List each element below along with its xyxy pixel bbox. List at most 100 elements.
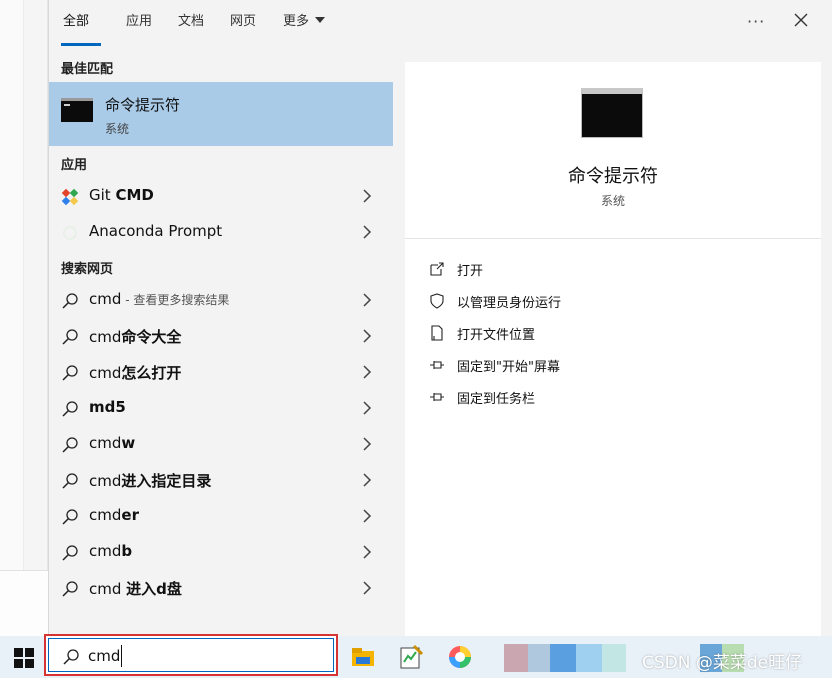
app-item-label: Anaconda Prompt xyxy=(89,222,222,240)
more-options-button[interactable]: ··· xyxy=(747,12,765,31)
chevron-right-icon[interactable] xyxy=(362,225,372,239)
web-suggestion-prefix: cmd xyxy=(89,364,122,382)
tab-all[interactable]: 全部 xyxy=(63,13,89,35)
web-suggestion-match: er xyxy=(121,506,139,524)
tab-documents[interactable]: 文档 xyxy=(178,13,204,35)
search-icon xyxy=(62,293,78,309)
best-match-subtitle: 系统 xyxy=(105,122,130,136)
blurred-taskbar-icon[interactable] xyxy=(550,644,576,672)
web-suggestion-match: 进入指定目录 xyxy=(121,472,212,490)
action-label: 打开文件位置 xyxy=(457,328,536,343)
web-suggestion-prefix: cmd xyxy=(89,506,122,524)
open-icon xyxy=(430,262,444,276)
action-run-as-admin[interactable]: 以管理员身份运行 xyxy=(429,290,789,316)
command-prompt-icon xyxy=(61,98,93,122)
chevron-right-icon[interactable] xyxy=(362,365,372,379)
web-suggestion-label: cmder xyxy=(89,506,139,524)
results-list: 最佳匹配 命令提示符 系统 应用 Git CMD Anaconda Prompt… xyxy=(49,48,405,636)
taskbar: cmd CSDN @菜菜de旺仔 xyxy=(0,634,832,678)
web-suggestion-prefix: cmd xyxy=(89,434,122,452)
chevron-right-icon[interactable] xyxy=(362,545,372,559)
section-title-best-match: 最佳匹配 xyxy=(61,62,114,77)
blurred-taskbar-icon[interactable] xyxy=(504,644,528,672)
app-item-label-match: CMD xyxy=(115,186,154,204)
web-suggestion-item[interactable]: cmdw xyxy=(49,426,393,462)
web-suggestion-label: cmd 进入d盘 xyxy=(89,578,182,599)
app-item-label-prefix: Git xyxy=(89,186,116,204)
web-suggestion-label: cmdw xyxy=(89,434,135,452)
search-flyout: 全部 应用 文档 网页 更多 ··· 最佳匹配 命令提示符 系统 应用 Git … xyxy=(48,0,832,636)
web-suggestion-match: w xyxy=(121,434,136,452)
tab-web-label: 网页 xyxy=(230,14,257,29)
blurred-taskbar-icon[interactable] xyxy=(528,644,550,672)
web-suggestion-label: cmdb xyxy=(89,542,132,560)
search-icon xyxy=(62,473,78,489)
taskbar-search-input[interactable]: cmd xyxy=(44,634,338,676)
search-icon xyxy=(62,437,78,453)
app-item-anaconda-prompt[interactable]: Anaconda Prompt xyxy=(49,214,393,250)
chevron-right-icon[interactable] xyxy=(362,329,372,343)
web-suggestion-item[interactable]: cmd 进入d盘 xyxy=(49,570,393,606)
best-match-title: 命令提示符 xyxy=(105,96,181,114)
notepad-icon[interactable] xyxy=(398,644,424,670)
filter-tabs-bar: 全部 应用 文档 网页 更多 ··· xyxy=(49,0,832,48)
app-item-git-cmd[interactable]: Git CMD xyxy=(49,178,393,214)
web-suggestion-label: md5 xyxy=(89,398,126,416)
web-suggestion-prefix: cmd xyxy=(89,290,122,308)
tab-web[interactable]: 网页 xyxy=(230,13,256,35)
chevron-down-icon xyxy=(315,17,326,23)
chevron-right-icon[interactable] xyxy=(362,437,372,451)
shield-icon xyxy=(430,293,444,309)
anaconda-icon xyxy=(63,226,77,240)
watermark-text: CSDN @菜菜de旺仔 xyxy=(642,653,803,673)
search-icon xyxy=(62,509,78,525)
web-suggestion-item[interactable]: cmd怎么打开 xyxy=(49,354,393,390)
chevron-right-icon[interactable] xyxy=(362,473,372,487)
blurred-taskbar-icon[interactable] xyxy=(576,644,602,672)
browser-icon[interactable] xyxy=(447,644,473,670)
chevron-right-icon[interactable] xyxy=(362,581,372,595)
web-suggestion-item[interactable]: cmd命令大全 xyxy=(49,318,393,354)
tab-more[interactable]: 更多 xyxy=(283,13,326,35)
preview-subtitle: 系统 xyxy=(600,194,625,208)
app-item-label-prefix: Anaconda Prompt xyxy=(89,222,223,240)
preview-pane: 命令提示符 系统 打开 以管理员身份运行 打开文件位置 固定到"开始"屏幕 固定… xyxy=(405,62,821,636)
web-suggestion-prefix: cmd xyxy=(89,472,122,490)
chevron-right-icon[interactable] xyxy=(362,401,372,415)
action-pin-to-taskbar[interactable]: 固定到任务栏 xyxy=(429,386,789,412)
tab-apps[interactable]: 应用 xyxy=(126,13,152,35)
action-open[interactable]: 打开 xyxy=(429,258,789,284)
action-open-file-location[interactable]: 打开文件位置 xyxy=(429,322,789,348)
web-suggestion-match: 命令大全 xyxy=(121,328,182,346)
web-suggestion-item[interactable]: cmder xyxy=(49,498,393,534)
chevron-right-icon[interactable] xyxy=(362,293,372,307)
search-icon xyxy=(62,329,78,345)
preview-divider xyxy=(405,238,821,239)
chevron-right-icon[interactable] xyxy=(362,509,372,523)
section-title-web: 搜索网页 xyxy=(61,262,114,277)
action-pin-to-start[interactable]: 固定到"开始"屏幕 xyxy=(429,354,789,380)
chevron-right-icon[interactable] xyxy=(362,189,372,203)
git-icon xyxy=(61,188,79,206)
close-icon[interactable] xyxy=(791,10,811,30)
file-explorer-icon[interactable] xyxy=(350,644,376,670)
tab-all-label: 全部 xyxy=(63,14,90,29)
pin-icon xyxy=(430,361,444,369)
action-label: 打开 xyxy=(457,264,484,279)
search-input-value: cmd xyxy=(88,647,121,665)
web-suggestion-item[interactable]: cmdb xyxy=(49,534,393,570)
tab-more-label: 更多 xyxy=(283,14,310,29)
web-suggestion-label: cmd怎么打开 xyxy=(89,362,181,383)
web-suggestion-item[interactable]: md5 xyxy=(49,390,393,426)
windows-start-icon[interactable] xyxy=(14,648,34,668)
app-item-label: Git CMD xyxy=(89,186,154,204)
text-cursor xyxy=(121,645,122,667)
preview-title: 命令提示符 xyxy=(568,166,658,187)
best-match-item[interactable]: 命令提示符 系统 xyxy=(49,82,393,146)
active-tab-indicator xyxy=(61,43,101,46)
web-suggestion-match: 进入d盘 xyxy=(126,580,182,598)
web-suggestion-item[interactable]: cmd - 查看更多搜索结果 xyxy=(49,282,393,318)
blurred-taskbar-icon[interactable] xyxy=(602,644,626,672)
web-suggestion-suffix: - 查看更多搜索结果 xyxy=(121,293,230,307)
web-suggestion-item[interactable]: cmd进入指定目录 xyxy=(49,462,393,498)
